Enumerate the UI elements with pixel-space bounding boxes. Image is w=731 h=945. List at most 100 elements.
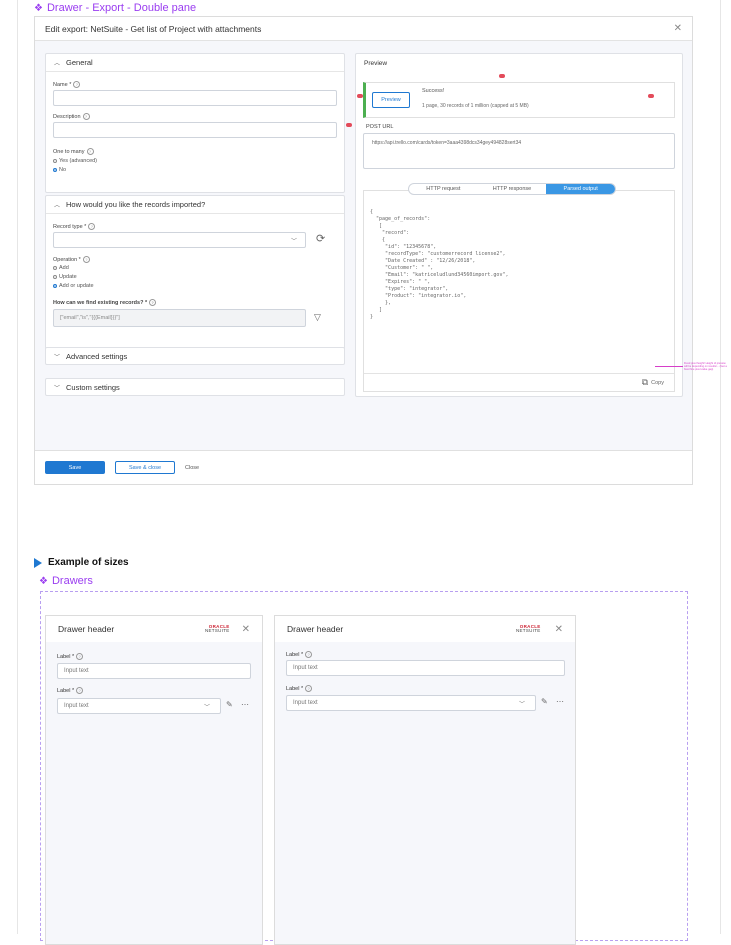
text-input-1[interactable]: Input text xyxy=(57,663,251,679)
tab-http-response[interactable]: HTTP response xyxy=(478,184,547,194)
help-icon[interactable]: ? xyxy=(305,685,313,692)
save-button[interactable]: Save xyxy=(45,461,105,474)
code-line: "id": "12345678", xyxy=(370,244,437,250)
chevron-up-icon: ︿ xyxy=(54,61,61,67)
pencil-icon[interactable]: ✎ xyxy=(541,697,548,706)
import-section-header[interactable]: ︿ How would you like the records importe… xyxy=(46,196,344,214)
radio-circle xyxy=(53,275,57,279)
record-type-select[interactable]: ﹀ xyxy=(53,232,306,248)
radio-circle xyxy=(53,159,57,163)
name-label: Name *? xyxy=(53,81,81,88)
code-line: "page_of_records": xyxy=(370,216,431,222)
radio-add-or-update[interactable]: Add or update xyxy=(53,283,94,289)
label-1: Label *? xyxy=(286,651,313,658)
tab-parsed-output[interactable]: Parsed output xyxy=(546,184,615,194)
code-line: } xyxy=(370,314,374,320)
help-icon[interactable]: ? xyxy=(305,651,313,658)
post-url-input[interactable]: https://api.trello.com/cards/token=3aaa4… xyxy=(363,133,675,169)
chevron-down-icon: ﹀ xyxy=(54,385,61,392)
edit-export-drawer: Edit export: NetSuite - Get list of Proj… xyxy=(34,16,693,485)
parsed-output-code: { "page_of_records": [ "record": { "id":… xyxy=(370,209,508,321)
close-icon[interactable]: ✕ xyxy=(242,624,250,635)
help-icon[interactable]: ? xyxy=(88,223,96,230)
mini-drawer-title: Drawer header xyxy=(58,624,115,634)
one-to-many-label: One to many? xyxy=(53,148,94,155)
operation-label: Operation *? xyxy=(53,256,90,263)
code-line: "type": "integrator", xyxy=(370,286,449,292)
code-line: }, xyxy=(370,300,392,306)
select-input-2[interactable]: Input text ﹀ xyxy=(286,695,536,711)
advanced-settings-section[interactable]: ﹀ Advanced settings xyxy=(45,347,345,365)
text-input-1[interactable]: Input text xyxy=(286,660,565,676)
find-records-input[interactable]: ["email","is","{{{Email}}}"] xyxy=(53,309,306,327)
mini-drawer-1: Drawer header ORACLE NETSUITE ✕ Label *? … xyxy=(45,615,263,945)
pencil-icon[interactable]: ✎ xyxy=(226,700,233,709)
close-icon[interactable]: ✕ xyxy=(555,624,563,635)
sizes-title-text: Example of sizes xyxy=(48,557,129,568)
radio-circle-selected xyxy=(53,284,57,288)
chevron-down-icon: ﹀ xyxy=(54,354,61,361)
spacing-badge xyxy=(648,94,654,98)
help-icon[interactable]: ? xyxy=(76,687,84,694)
drawer-header: Edit export: NetSuite - Get list of Proj… xyxy=(35,17,692,41)
refresh-icon[interactable]: ⟳ xyxy=(316,232,325,245)
description-input[interactable] xyxy=(53,122,337,138)
close-icon[interactable]: ✕ xyxy=(674,23,682,34)
code-line: "record": xyxy=(370,230,410,236)
radio-no[interactable]: No xyxy=(53,167,66,173)
code-line: "recordType": "customerrecord license2", xyxy=(370,251,506,257)
radio-yes-advanced[interactable]: Yes (advanced) xyxy=(53,158,97,164)
mini-drawer-header: Drawer header ORACLE NETSUITE ✕ xyxy=(46,616,262,642)
code-line: "Expires": " ", xyxy=(370,279,431,285)
custom-settings-label: Custom settings xyxy=(66,382,120,392)
drawer-footer: Save Save & close Close xyxy=(35,451,692,484)
general-section-header[interactable]: ︿ General xyxy=(46,54,344,72)
code-line: ] xyxy=(370,307,383,313)
help-icon[interactable]: ? xyxy=(82,113,90,120)
mini-drawer-2: Drawer header ORACLE NETSUITE ✕ Label *? … xyxy=(274,615,576,945)
guide-line-right xyxy=(720,0,721,934)
preview-button[interactable]: Preview xyxy=(372,92,410,108)
help-icon[interactable]: ? xyxy=(149,299,157,306)
select-input-2[interactable]: Input text ﹀ xyxy=(57,698,221,714)
help-icon[interactable]: ? xyxy=(82,256,90,263)
radio-add[interactable]: Add xyxy=(53,265,69,271)
code-line: "Customer": " ", xyxy=(370,265,434,271)
chevron-down-icon: ﹀ xyxy=(203,705,210,711)
output-area: HTTP request HTTP response Parsed output… xyxy=(363,183,675,392)
drawers-title-text: Drawers xyxy=(51,575,93,587)
radio-update[interactable]: Update xyxy=(53,274,77,280)
sizes-section-title: Example of sizes xyxy=(34,557,129,568)
copy-button[interactable]: ⧉ Copy xyxy=(642,377,664,388)
copy-icon: ⧉ xyxy=(641,377,649,387)
preview-heading: Preview xyxy=(364,60,388,67)
more-icon[interactable]: ⋯ xyxy=(556,697,564,706)
close-link[interactable]: Close xyxy=(185,465,199,471)
record-type-label: Record type *? xyxy=(53,223,96,230)
radio-circle-selected xyxy=(53,168,57,172)
help-icon[interactable]: ? xyxy=(86,148,94,155)
chevron-up-icon: ︿ xyxy=(54,203,61,209)
chevron-down-icon: ﹀ xyxy=(518,702,525,708)
radio-circle xyxy=(53,266,57,270)
help-icon[interactable]: ? xyxy=(73,81,81,88)
advanced-settings-label: Advanced settings xyxy=(66,351,128,361)
drawer-title: Edit export: NetSuite - Get list of Proj… xyxy=(45,23,262,34)
help-icon[interactable]: ? xyxy=(76,653,84,660)
name-input[interactable] xyxy=(53,90,337,106)
more-icon[interactable]: ⋯ xyxy=(241,700,249,709)
preview-panel: Preview Preview Success! 1 page, 30 reco… xyxy=(346,53,683,397)
pointer-icon xyxy=(34,557,42,568)
general-heading: General xyxy=(66,58,93,67)
spacing-badge xyxy=(499,74,505,78)
import-heading: How would you like the records imported? xyxy=(66,200,206,209)
filter-icon[interactable]: ▽ xyxy=(314,312,321,323)
guide-line-left xyxy=(17,0,18,934)
save-close-button[interactable]: Save & close xyxy=(115,461,175,474)
mini-drawer-title: Drawer header xyxy=(287,624,344,634)
copy-label: Copy xyxy=(651,379,664,386)
custom-settings-section[interactable]: ﹀ Custom settings xyxy=(45,378,345,396)
tab-http-request[interactable]: HTTP request xyxy=(409,184,478,194)
frame-title: ❖ Drawer - Export - Double pane xyxy=(34,2,196,14)
label-2: Label *? xyxy=(286,685,313,692)
